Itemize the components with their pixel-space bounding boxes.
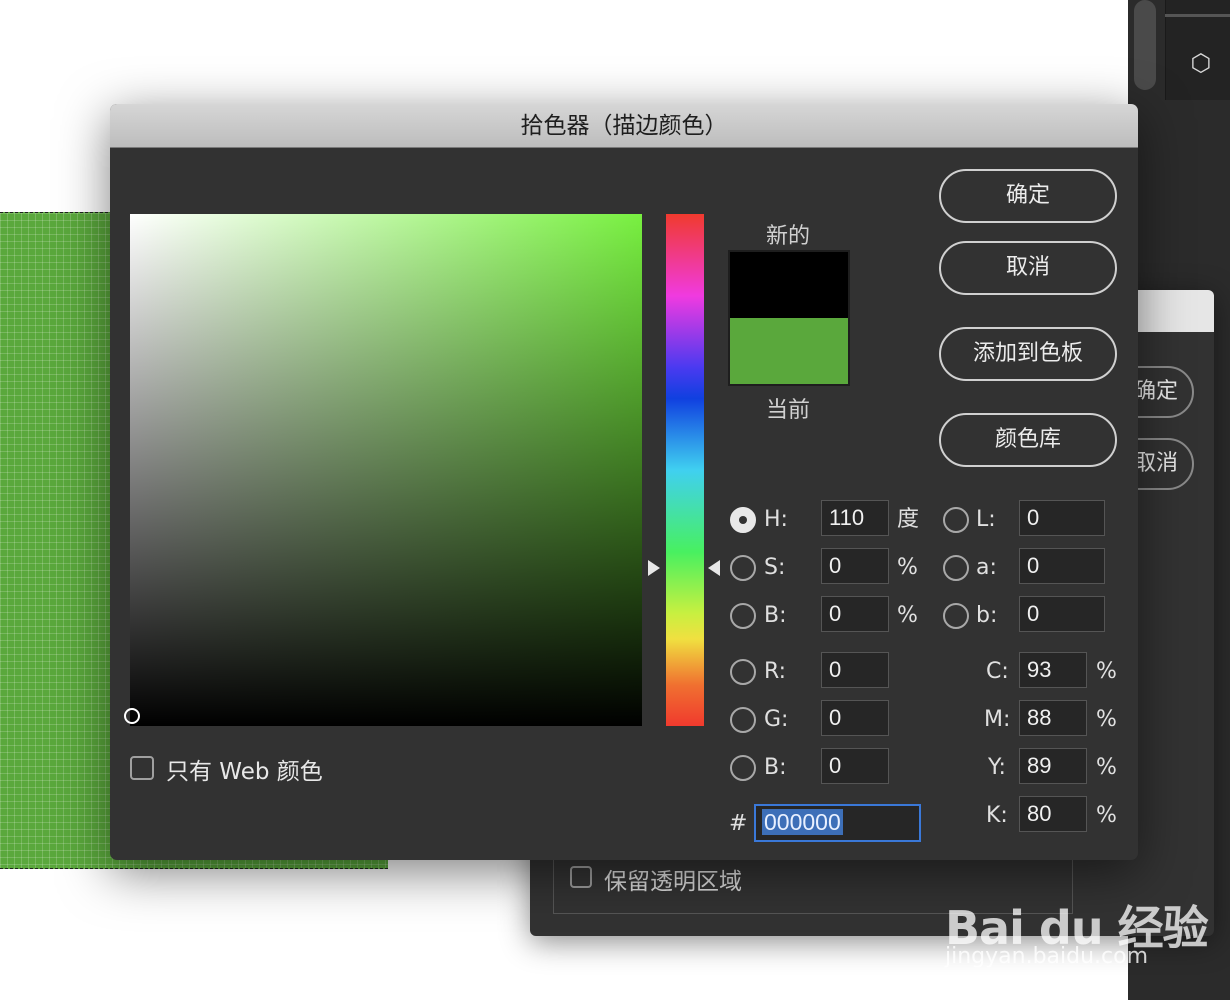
radio-a[interactable] xyxy=(943,555,969,581)
input-s[interactable]: 0 xyxy=(821,548,889,584)
unit-degree: 度 xyxy=(897,507,920,532)
input-c[interactable]: 93 xyxy=(1019,652,1087,688)
radio-b-rgb[interactable] xyxy=(730,755,756,781)
input-b-rgb[interactable]: 0 xyxy=(821,748,889,784)
unit-percent-k: % xyxy=(1096,803,1117,828)
color-picker-dialog: 拾色器（描边颜色） 新的 当前 确定 取消 添加到色板 颜色库 H: 110 度… xyxy=(110,104,1138,860)
saturation-brightness-field[interactable] xyxy=(130,214,642,726)
color-selection-marker[interactable] xyxy=(124,708,140,724)
input-m[interactable]: 88 xyxy=(1019,700,1087,736)
panel-scrollbar[interactable] xyxy=(1134,0,1156,90)
cancel-button[interactable]: 取消 xyxy=(939,241,1117,295)
hue-slider-handle-left-icon[interactable] xyxy=(648,560,660,576)
label-c: C: xyxy=(986,659,1009,684)
tool-strip-divider xyxy=(1165,14,1230,17)
cube-icon[interactable]: ⬡ xyxy=(1184,46,1218,80)
hue-slider-handle-right-icon[interactable] xyxy=(708,560,720,576)
new-color-label: 新的 xyxy=(765,224,810,249)
label-r: R: xyxy=(764,659,787,684)
current-color-swatch[interactable] xyxy=(728,318,850,386)
input-b-hsb[interactable]: 0 xyxy=(821,596,889,632)
unit-percent-s: % xyxy=(897,555,918,580)
input-a[interactable]: 0 xyxy=(1019,548,1105,584)
unit-percent-c: % xyxy=(1096,659,1117,684)
input-g[interactable]: 0 xyxy=(821,700,889,736)
hex-value: 000000 xyxy=(762,809,843,835)
input-r[interactable]: 0 xyxy=(821,652,889,688)
input-h[interactable]: 110 xyxy=(821,500,889,536)
radio-h[interactable] xyxy=(730,507,756,533)
label-y: Y: xyxy=(988,755,1006,780)
unit-percent-y: % xyxy=(1096,755,1117,780)
watermark-url: jingyan.baidu.com xyxy=(945,944,1149,969)
label-k: K: xyxy=(986,803,1008,828)
current-color-label: 当前 xyxy=(765,398,810,423)
label-h: H: xyxy=(764,507,788,532)
label-m: M: xyxy=(984,707,1011,732)
label-a: a: xyxy=(976,555,997,580)
add-to-swatches-button[interactable]: 添加到色板 xyxy=(939,327,1117,381)
preserve-transparency-checkbox[interactable] xyxy=(570,866,592,888)
label-b-hsb: B: xyxy=(764,603,787,628)
radio-b-lab[interactable] xyxy=(943,603,969,629)
label-b-lab: b: xyxy=(976,603,998,628)
web-colors-only-label: 只有 Web 颜色 xyxy=(166,759,323,785)
label-l: L: xyxy=(976,507,996,532)
label-g: G: xyxy=(764,707,789,732)
input-l[interactable]: 0 xyxy=(1019,500,1105,536)
hue-slider[interactable] xyxy=(666,214,704,726)
stroke-dialog-titlebar xyxy=(1128,290,1214,332)
new-color-swatch xyxy=(728,250,850,318)
input-k[interactable]: 80 xyxy=(1019,796,1087,832)
color-libraries-button[interactable]: 颜色库 xyxy=(939,413,1117,467)
ok-button[interactable]: 确定 xyxy=(939,169,1117,223)
web-colors-only-checkbox[interactable] xyxy=(130,756,154,780)
preserve-transparency-label: 保留透明区域 xyxy=(604,869,742,895)
radio-b-hsb[interactable] xyxy=(730,603,756,629)
unit-percent-m: % xyxy=(1096,707,1117,732)
radio-l[interactable] xyxy=(943,507,969,533)
label-b-rgb: B: xyxy=(764,755,787,780)
radio-g[interactable] xyxy=(730,707,756,733)
dialog-title: 拾色器（描边颜色） xyxy=(520,113,728,139)
label-s: S: xyxy=(764,555,786,580)
input-b-lab[interactable]: 0 xyxy=(1019,596,1105,632)
hex-input[interactable]: 000000 xyxy=(754,804,921,842)
radio-s[interactable] xyxy=(730,555,756,581)
hex-label: # xyxy=(729,811,748,836)
unit-percent-b: % xyxy=(897,603,918,628)
radio-r[interactable] xyxy=(730,659,756,685)
input-y[interactable]: 89 xyxy=(1019,748,1087,784)
